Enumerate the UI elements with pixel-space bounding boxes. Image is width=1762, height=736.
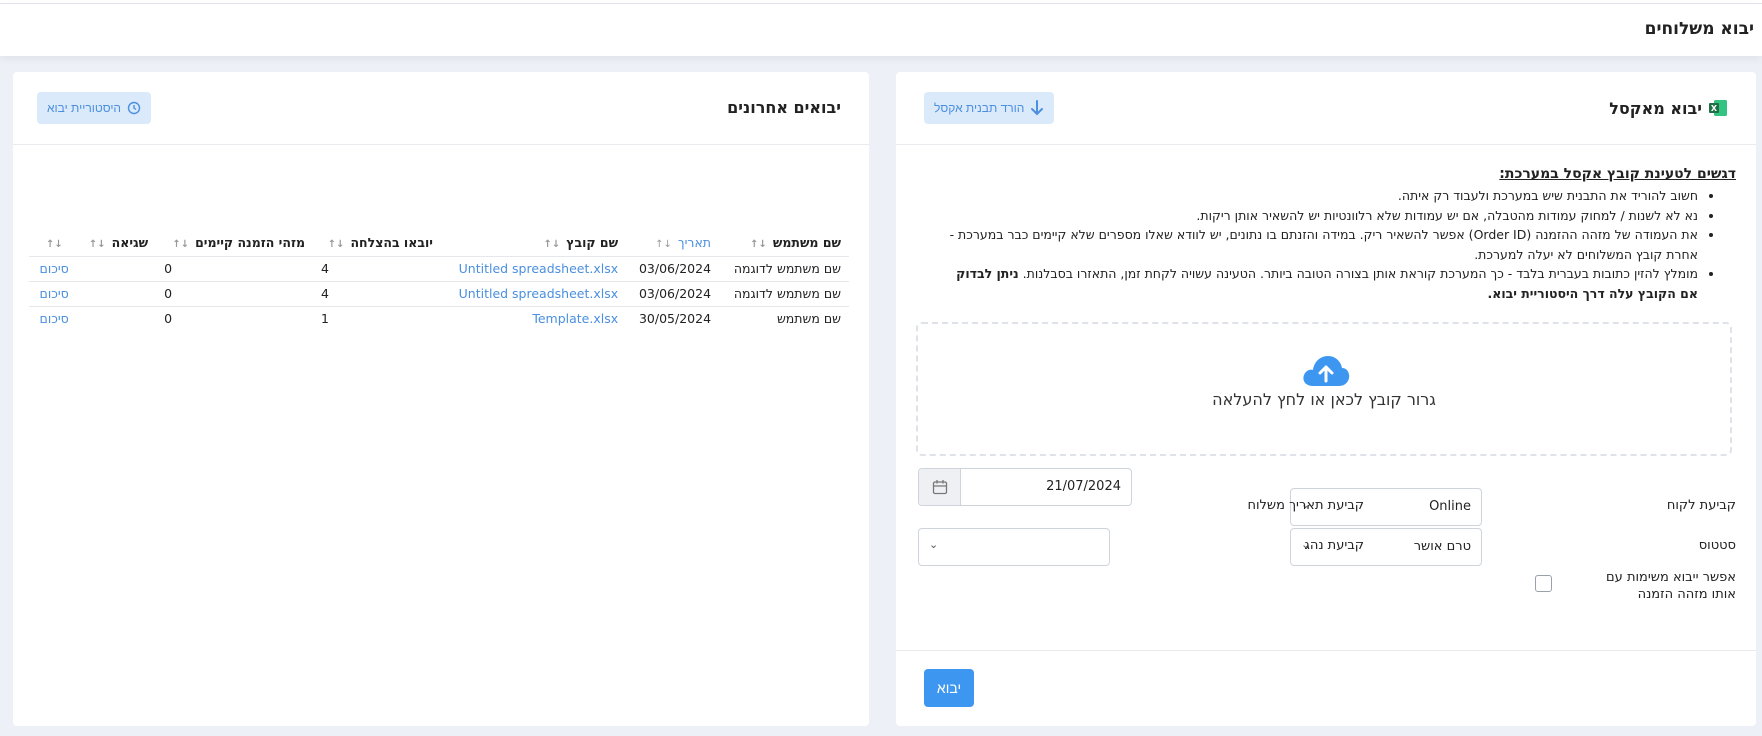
column-header[interactable]: שגיאה↓↑ <box>77 230 156 256</box>
dropzone-text: גרור קובץ לכאן או לחץ להעלאה <box>1212 390 1436 409</box>
summary-link[interactable]: סיכום <box>29 280 77 306</box>
excel-import-title: X יבוא מאקסל <box>1609 98 1728 118</box>
cell-user: שם משתמש לדוגמה <box>719 255 849 281</box>
driver-select[interactable]: ⌄ <box>918 528 1110 566</box>
arrow-down-icon <box>1031 100 1044 116</box>
status-label: סטטוס <box>1698 538 1736 553</box>
chevron-down-icon: ⌄ <box>929 538 939 551</box>
delivery-date-label: קביעת תאריך משלוח <box>1247 498 1364 513</box>
file-link[interactable]: Untitled spreadsheet.xlsx <box>440 255 627 281</box>
instruction-item: חשוב להוריד את התבנית שיש במערכת ולעבוד … <box>936 186 1698 206</box>
table-row: שם משתמש לדוגמה 03/06/2024 Untitled spre… <box>29 280 849 306</box>
cell-error <box>76 305 157 331</box>
file-dropzone[interactable]: גרור קובץ לכאן או לחץ להעלאה <box>916 322 1732 456</box>
instruction-item: נא לא לשנות / למחוק עמודות מהטבלה, אם יש… <box>936 206 1698 226</box>
page-title: יבוא משלוחים <box>1644 19 1754 39</box>
cell-user: שם משתמש לדוגמה <box>719 280 849 306</box>
allow-duplicates-label: אפשר ייבוא משימות עם אותו מזהה הזמנה <box>1606 570 1736 602</box>
instructions-title: דגשים לטעינת קובץ אקסל במערכת: <box>1499 166 1736 182</box>
cell-user: שם משתמש <box>719 305 849 331</box>
recent-imports-title: יבואים אחרונים <box>727 98 841 117</box>
column-header[interactable]: יובאו בהצלחה↓↑ <box>313 230 441 256</box>
sort-icon[interactable]: ↓↑ <box>543 239 560 250</box>
divider <box>896 650 1756 651</box>
sort-icon[interactable]: ↓↑ <box>89 239 106 250</box>
sort-icon[interactable]: ↓↑ <box>46 239 63 250</box>
page-header: יבוא משלוחים <box>0 4 1762 56</box>
excel-import-card: X יבוא מאקסל הורד תבנית אקסל דגשים לטעינ… <box>896 72 1756 726</box>
file-link[interactable]: Template.xlsx <box>440 305 627 331</box>
cell-error <box>76 280 157 306</box>
svg-text:X: X <box>1711 104 1718 113</box>
instruction-item: את העמודה של מזהה ההזמנה (Order ID) אפשר… <box>936 225 1698 264</box>
cloud-upload-icon <box>1303 356 1350 386</box>
cell-error <box>76 255 157 281</box>
sort-icon[interactable]: ↓↑ <box>655 239 672 250</box>
cell-success: 4 <box>313 280 441 306</box>
calendar-button[interactable] <box>919 469 961 505</box>
cell-date: 03/06/2024 <box>626 255 720 281</box>
cell-success: 1 <box>313 305 441 331</box>
import-history-button[interactable]: היסטוריית יבוא <box>37 92 152 124</box>
column-header[interactable]: שם קובץ↓↑ <box>441 230 626 256</box>
sort-icon[interactable]: ↓↑ <box>172 239 189 250</box>
excel-icon: X <box>1709 100 1727 116</box>
column-header[interactable]: שם משתמש↓↑ <box>719 230 849 256</box>
table-row: שם משתמש 30/05/2024 Template.xlsx 1 0 סי… <box>29 305 849 331</box>
cell-existing: 0 <box>156 255 313 281</box>
driver-label: קביעת נהג <box>1304 538 1364 553</box>
recent-imports-card: יבואים אחרונים היסטוריית יבוא שם משתמש↓↑… <box>13 72 869 726</box>
table-row: שם משתמש לדוגמה 03/06/2024 Untitled spre… <box>29 255 849 281</box>
summary-link[interactable]: סיכום <box>29 305 77 331</box>
download-template-button[interactable]: הורד תבנית אקסל <box>924 92 1055 124</box>
recent-imports-table: שם משתמש↓↑ תאריך↓↑ שם קובץ↓↑ יובאו בהצלח… <box>29 230 849 331</box>
cell-date: 30/05/2024 <box>626 305 720 331</box>
instruction-item: מומלץ להזין כתובות בעברית בלבד - כך המער… <box>936 264 1698 303</box>
cell-success: 4 <box>313 255 441 281</box>
sort-icon[interactable]: ↓↑ <box>328 239 345 250</box>
file-link[interactable]: Untitled spreadsheet.xlsx <box>440 280 627 306</box>
history-icon <box>127 101 141 115</box>
column-header[interactable]: תאריך↓↑ <box>626 230 719 256</box>
cell-existing: 0 <box>156 280 313 306</box>
calendar-icon <box>932 480 948 495</box>
cell-existing: 0 <box>156 305 313 331</box>
cell-date: 03/06/2024 <box>626 280 720 306</box>
column-header[interactable]: ↓↑ <box>29 230 77 256</box>
instructions: דגשים לטעינת קובץ אקסל במערכת: חשוב להור… <box>936 166 1736 303</box>
sort-icon[interactable]: ↓↑ <box>750 239 767 250</box>
column-header[interactable]: מזהי הזמנה קיימים↓↑ <box>156 230 313 256</box>
allow-duplicates-checkbox[interactable] <box>1535 575 1552 592</box>
customer-label: קביעת לקוח <box>1666 498 1736 513</box>
delivery-date-input[interactable]: 21/07/2024 <box>918 468 1132 506</box>
import-submit-button[interactable]: יבוא <box>924 669 974 707</box>
summary-link[interactable]: סיכום <box>29 255 77 281</box>
